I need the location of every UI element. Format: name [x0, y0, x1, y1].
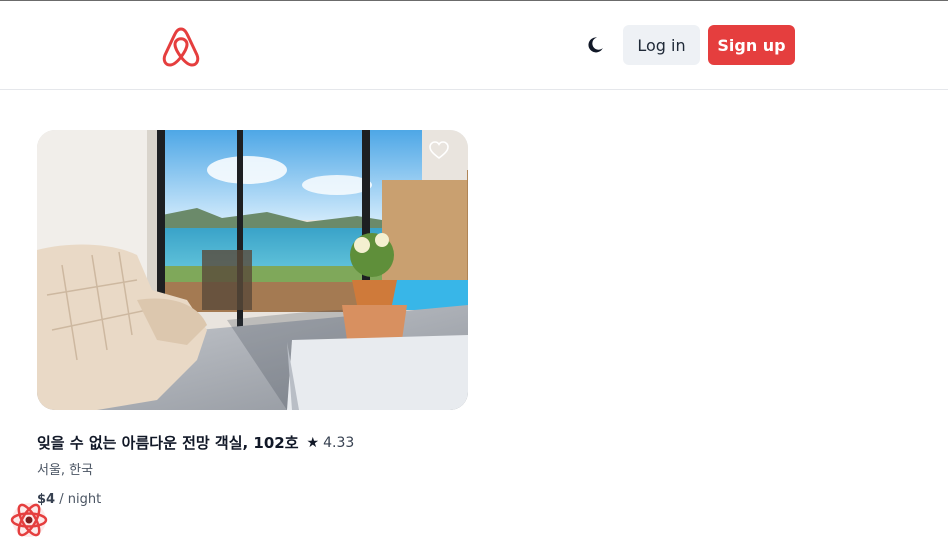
listing-card[interactable]: 잊을 수 없는 아름다운 전망 객실, 102호 ★ 4.33 서울, 한국 $… — [37, 130, 468, 507]
moon-icon[interactable] — [582, 32, 608, 58]
listing-location: 서울, 한국 — [37, 463, 94, 478]
listing-photo[interactable] — [37, 130, 468, 410]
rating-value: 4.33 — [323, 434, 355, 451]
listing-rating: ★ 4.33 — [307, 435, 355, 451]
price-unit: / night — [59, 492, 102, 507]
airbnb-logo-icon[interactable] — [160, 24, 202, 68]
signup-button[interactable]: Sign up — [708, 25, 795, 65]
site-header: Log in Sign up — [0, 1, 948, 90]
star-icon: ★ — [306, 434, 320, 451]
react-query-devtools-icon[interactable] — [8, 500, 50, 540]
listing-title: 잊을 수 없는 아름다운 전망 객실, 102호 — [37, 434, 299, 452]
login-button[interactable]: Log in — [623, 25, 700, 65]
listing-title-row: 잊을 수 없는 아름다운 전망 객실, 102호 ★ 4.33 — [37, 432, 468, 453]
listing-price-row: $4 / night — [37, 492, 468, 507]
heart-icon[interactable] — [428, 140, 450, 160]
